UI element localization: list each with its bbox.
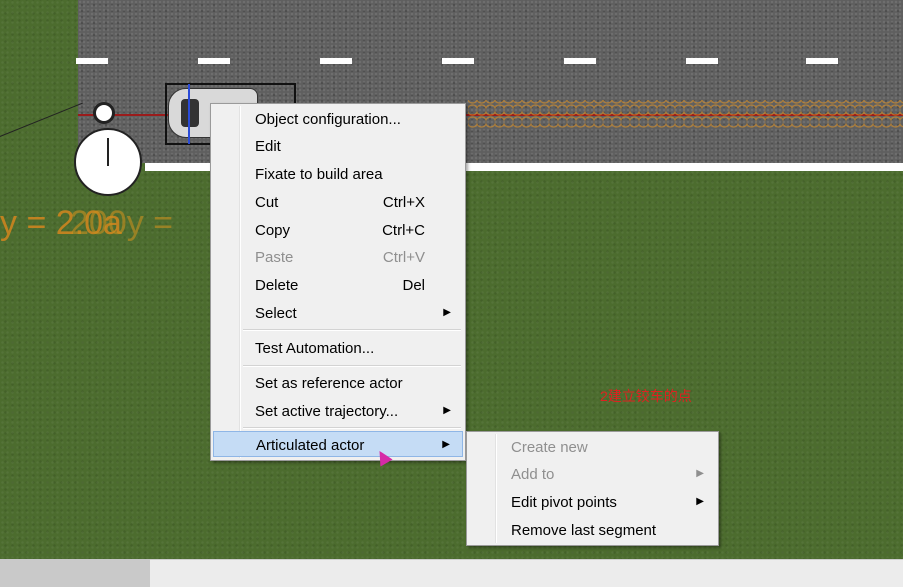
- menu-item-label: Paste: [255, 249, 294, 266]
- triangle-right-icon: ▶: [442, 439, 450, 450]
- menu-separator: [243, 329, 461, 331]
- lane-marking: [198, 58, 230, 64]
- menu-item-label: Set as reference actor: [255, 375, 403, 392]
- menu-item-label: Copy: [255, 222, 291, 239]
- menu-item-set-active-trajectory[interactable]: Set active trajectory... ▶: [213, 398, 463, 424]
- stopwatch-hand: [107, 138, 109, 166]
- menu-item-edit[interactable]: Edit: [213, 133, 463, 159]
- menu-item-shortcut: Ctrl+V: [382, 249, 425, 266]
- menu-item-label: Edit: [255, 138, 281, 155]
- menu-item-label: Delete: [255, 277, 299, 294]
- lane-marking: [76, 58, 108, 64]
- menu-item-shortcut: Del: [402, 277, 425, 294]
- articulated-actor-submenu: Create new Add to ▶ Edit pivot points ▶ …: [466, 431, 719, 546]
- annotation-note: 2建立铰车的点: [600, 388, 692, 404]
- menu-item-label: Fixate to build area: [255, 166, 383, 183]
- menu-item-label: Add to: [511, 466, 555, 483]
- car-window: [181, 99, 199, 127]
- menu-item-label: Articulated actor: [256, 437, 365, 454]
- trajectory-points[interactable]: [468, 100, 903, 128]
- lane-marking: [806, 58, 838, 64]
- menu-item-label: Create new: [511, 439, 588, 456]
- menu-item-label: Remove last segment: [511, 522, 657, 539]
- menu-item-cut[interactable]: Cut Ctrl+X: [213, 189, 463, 215]
- menu-item-shortcut: Ctrl+C: [382, 222, 425, 239]
- lane-marking: [442, 58, 474, 64]
- submenu-item-create-new[interactable]: Create new: [469, 434, 716, 460]
- menu-item-label: Object configuration...: [255, 111, 401, 128]
- triangle-right-icon: ▶: [443, 307, 451, 318]
- triangle-right-icon: ▶: [443, 405, 451, 416]
- scrollbar-thumb[interactable]: [0, 559, 150, 587]
- menu-item-fixate[interactable]: Fixate to build area: [213, 161, 463, 187]
- menu-separator: [243, 365, 461, 367]
- lane-marking: [320, 58, 352, 64]
- menu-item-shortcut: Ctrl+X: [382, 194, 425, 211]
- triangle-right-icon: ▶: [696, 468, 704, 479]
- lane-marking: [564, 58, 596, 64]
- submenu-item-edit-pivot-points[interactable]: Edit pivot points ▶: [469, 489, 716, 515]
- stopwatch-knob: [93, 102, 115, 124]
- menu-item-select[interactable]: Select ▶: [213, 300, 463, 326]
- menu-item-label: Test Automation...: [255, 340, 375, 357]
- menu-item-copy[interactable]: Copy Ctrl+C: [213, 217, 463, 243]
- triangle-right-icon: ▶: [696, 496, 704, 507]
- actor-axis: [188, 84, 190, 144]
- menu-item-delete[interactable]: Delete Del: [213, 272, 463, 298]
- menu-item-label: Edit pivot points: [511, 494, 617, 511]
- menu-item-object-configuration[interactable]: Object configuration...: [213, 106, 463, 132]
- menu-item-articulated-actor[interactable]: Articulated actor ▶: [213, 431, 463, 457]
- menu-item-label: Select: [255, 305, 297, 322]
- menu-item-set-reference-actor[interactable]: Set as reference actor: [213, 370, 463, 396]
- context-menu: Object configuration... Edit Fixate to b…: [210, 103, 466, 461]
- menu-item-label: Set active trajectory...: [255, 403, 399, 420]
- menu-separator: [243, 427, 461, 429]
- menu-item-paste[interactable]: Paste Ctrl+V: [213, 244, 463, 270]
- submenu-item-add-to[interactable]: Add to ▶: [469, 461, 716, 487]
- lane-marking: [686, 58, 718, 64]
- submenu-item-remove-last-segment[interactable]: Remove last segment: [469, 517, 716, 543]
- menu-item-label: Cut: [255, 194, 279, 211]
- overlay-label-secondary: 200y =: [70, 204, 174, 242]
- menu-item-test-automation[interactable]: Test Automation...: [213, 335, 463, 361]
